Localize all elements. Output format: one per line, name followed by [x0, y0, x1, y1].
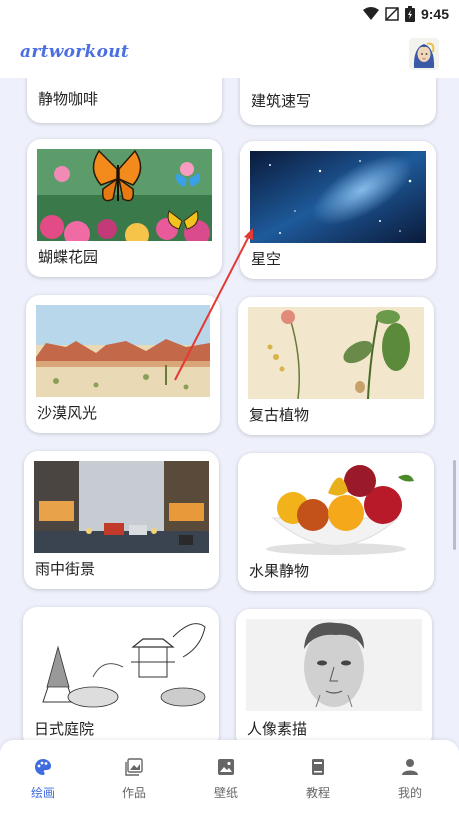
card-butterfly-garden[interactable]: 蝴蝶花园 [27, 139, 222, 277]
card-label: 沙漠风光 [37, 404, 98, 422]
palette-icon [35, 759, 51, 775]
card-label: 蝴蝶花园 [38, 248, 99, 266]
status-time: 9:45 [420, 6, 449, 22]
card-image [37, 149, 212, 241]
bottom-nav: 绘画 作品 壁纸 教程 我的 [0, 740, 459, 817]
card-vintage-botanical[interactable]: 复古植物 [238, 297, 434, 435]
card-desert-landscape[interactable]: 沙漠风光 [26, 295, 220, 433]
nav-mine[interactable]: 我的 [380, 758, 440, 801]
nav-label: 作品 [121, 786, 146, 800]
card-image [248, 307, 424, 399]
status-bar: 9:45 [0, 0, 459, 30]
card-image [33, 617, 209, 709]
person-icon [402, 759, 418, 775]
card-image [248, 463, 424, 555]
wifi-icon [362, 7, 379, 20]
card-starry-sky[interactable]: 星空 [240, 141, 436, 279]
nav-label: 我的 [397, 786, 422, 800]
drawing-grid[interactable]: 静物咖啡 建筑速写 蝴蝶花园 星空 沙漠风光 复古植物 雨中街景 水果静物 日式… [0, 78, 459, 740]
card-label: 雨中街景 [35, 560, 96, 578]
wallpaper-icon [218, 759, 234, 775]
card-label: 静物咖啡 [38, 90, 99, 108]
no-signal-icon [385, 7, 399, 21]
card-portrait-sketch[interactable]: 人像素描 [236, 609, 432, 740]
card-image [36, 305, 210, 397]
card-image [34, 461, 209, 553]
book-icon [312, 759, 324, 775]
card-label: 水果静物 [249, 562, 310, 580]
card-japanese-garden[interactable]: 日式庭院 [23, 607, 219, 740]
card-still-life-coffee[interactable]: 静物咖啡 [27, 78, 222, 123]
nav-tutorial[interactable]: 教程 [288, 758, 348, 801]
battery-icon [404, 6, 415, 22]
card-label: 建筑速写 [251, 92, 312, 110]
nav-label: 壁纸 [213, 786, 238, 800]
card-label: 日式庭院 [34, 720, 95, 738]
nav-wallpaper[interactable]: 壁纸 [196, 758, 256, 801]
nav-label: 绘画 [30, 786, 55, 800]
nav-label: 教程 [305, 786, 330, 800]
card-image [246, 619, 422, 711]
scrollbar-thumb[interactable] [453, 460, 456, 550]
card-label: 复古植物 [249, 406, 310, 424]
card-architecture-sketch[interactable]: 建筑速写 [240, 78, 436, 125]
nav-drawing[interactable]: 绘画 [13, 758, 73, 801]
card-rainy-street[interactable]: 雨中街景 [24, 451, 219, 589]
app-logo: artworkout [20, 42, 130, 62]
avatar[interactable] [409, 38, 439, 70]
card-image [250, 151, 426, 243]
card-label: 人像素描 [247, 720, 308, 738]
card-fruit-still-life[interactable]: 水果静物 [238, 453, 434, 591]
status-icons: 9:45 [362, 6, 449, 22]
card-label: 星空 [251, 250, 282, 268]
gallery-icon [125, 758, 143, 776]
app-header: artworkout [0, 30, 459, 78]
nav-works[interactable]: 作品 [104, 758, 164, 801]
